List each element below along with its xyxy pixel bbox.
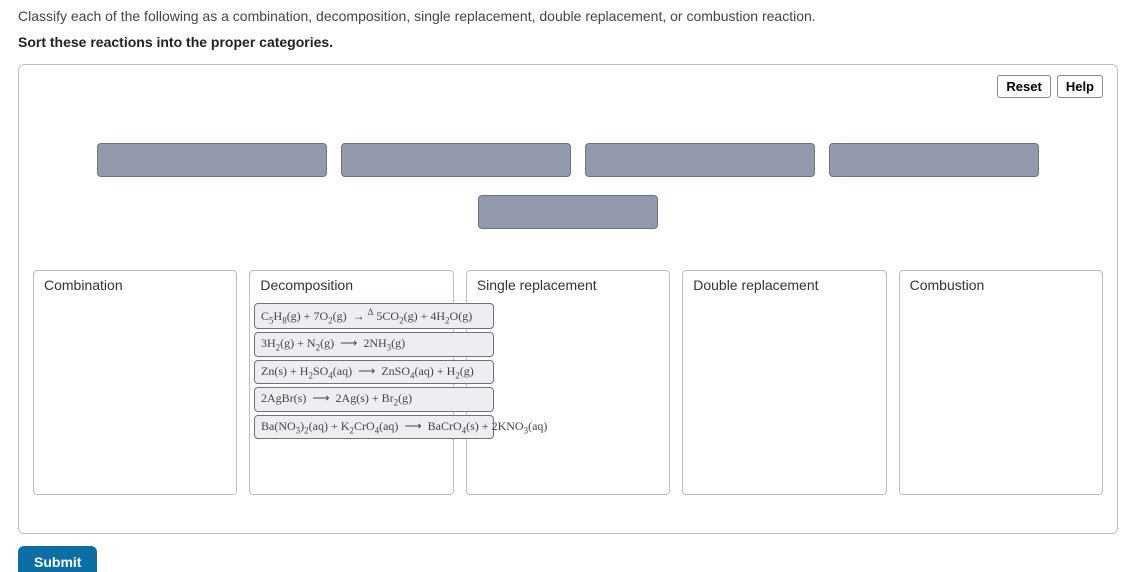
prompt-line2: Sort these reactions into the proper cat… — [18, 34, 1118, 50]
draggable-item-3[interactable] — [585, 143, 815, 177]
reaction-item[interactable]: Ba(NO3)2(aq) + K2CrO4(aq) ⟶ BaCrO4(s) + … — [254, 415, 494, 439]
category-label: Single replacement — [467, 271, 669, 299]
category-combination[interactable]: Combination — [33, 270, 237, 495]
category-label: Combination — [34, 271, 236, 299]
draggable-item-5[interactable] — [478, 195, 658, 229]
reaction-item[interactable]: 2AgBr(s) ⟶ 2Ag(s) + Br2(g) — [254, 387, 494, 411]
reset-button[interactable]: Reset — [997, 75, 1050, 98]
reaction-item[interactable]: 3H2(g) + N2(g) ⟶ 2NH3(g) — [254, 332, 494, 356]
category-combustion[interactable]: Combustion — [899, 270, 1103, 495]
reaction-item[interactable]: Zn(s) + H2SO4(aq) ⟶ ZnSO4(aq) + H2(g) — [254, 360, 494, 384]
category-double-replacement[interactable]: Double replacement — [682, 270, 886, 495]
categories-row: Combination Decomposition Single replace… — [33, 270, 1103, 495]
draggable-item-4[interactable] — [829, 143, 1039, 177]
sorting-panel: Reset Help Combination Decomposition Sin… — [18, 64, 1118, 534]
help-button[interactable]: Help — [1057, 75, 1103, 98]
prompt-line1: Classify each of the following as a comb… — [18, 8, 1118, 24]
category-label: Combustion — [900, 271, 1102, 299]
category-single-replacement[interactable]: Single replacement — [466, 270, 670, 495]
submit-button[interactable]: Submit — [18, 546, 97, 572]
draggable-item-1[interactable] — [97, 143, 327, 177]
reaction-item[interactable]: C5H8(g) + 7O2(g) →Δ 5CO2(g) + 4H2O(g) — [254, 303, 494, 329]
category-label: Decomposition — [250, 271, 452, 299]
category-label: Double replacement — [683, 271, 885, 299]
draggable-item-2[interactable] — [341, 143, 571, 177]
